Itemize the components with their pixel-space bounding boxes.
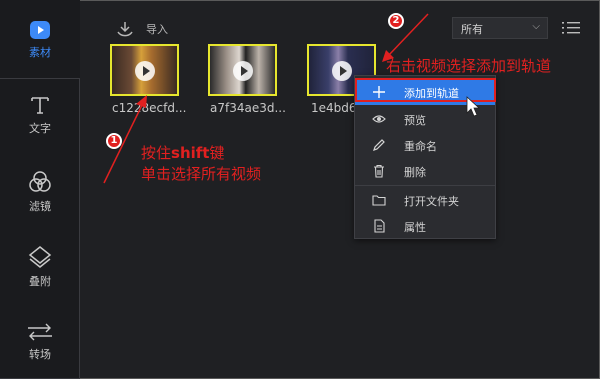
text-icon — [31, 97, 49, 114]
media-thumbnail[interactable] — [208, 44, 277, 96]
step-badge-1: 1 — [106, 133, 122, 149]
menu-separator — [355, 185, 495, 186]
sidebar: 素材 文字 滤镜 叠附 转场 — [0, 0, 80, 379]
filter-dropdown[interactable]: 所有 ⌵ — [452, 17, 548, 39]
menu-item-open-folder[interactable]: 打开文件夹 — [355, 187, 495, 213]
menu-item-preview[interactable]: 预览 — [355, 106, 495, 132]
pencil-icon — [373, 139, 385, 151]
sidebar-item-media[interactable]: 素材 — [0, 20, 80, 60]
annotation-step-2: 右击视频选择添加到轨道 — [386, 57, 552, 75]
annotation-text: 键 — [209, 144, 225, 162]
import-label: 导入 — [146, 23, 168, 36]
list-view-icon[interactable] — [562, 21, 580, 35]
transition-icon — [28, 323, 52, 341]
media-label: a7f34ae3d... — [210, 101, 286, 115]
play-icon — [233, 61, 253, 81]
filter-dropdown-value: 所有 — [461, 23, 483, 36]
media-thumbnail[interactable] — [110, 44, 179, 96]
menu-item-label: 预览 — [404, 114, 426, 127]
sidebar-item-label: 素材 — [29, 46, 51, 59]
import-button[interactable]: 导入 — [114, 20, 168, 38]
sidebar-item-label: 叠附 — [29, 275, 51, 288]
annotation-text: 按住 — [141, 144, 172, 162]
step-badge-2: 2 — [388, 13, 404, 29]
menu-item-label: 重命名 — [404, 140, 437, 153]
sidebar-item-overlay[interactable]: 叠附 — [0, 245, 80, 289]
import-icon — [117, 22, 133, 37]
media-label: c1228ecfd... — [112, 101, 187, 115]
overlay-icon — [28, 246, 52, 268]
play-icon — [135, 61, 155, 81]
annotation-step-1-line-1: 按住shift键 — [141, 142, 224, 163]
menu-item-label: 打开文件夹 — [404, 195, 459, 208]
folder-icon — [372, 195, 386, 206]
trash-icon — [374, 164, 384, 178]
play-icon — [332, 61, 352, 81]
annotation-key: shift — [171, 144, 210, 162]
menu-item-label: 属性 — [404, 221, 426, 234]
play-icon — [30, 21, 50, 39]
sidebar-item-text[interactable]: 文字 — [0, 94, 80, 136]
menu-item-rename[interactable]: 重命名 — [355, 132, 495, 158]
eye-icon — [372, 115, 386, 123]
sidebar-item-label: 滤镜 — [29, 200, 51, 213]
sidebar-item-filter[interactable]: 滤镜 — [0, 170, 80, 214]
highlight-box — [355, 78, 496, 102]
menu-item-delete[interactable]: 删除 — [355, 158, 495, 184]
menu-item-label: 删除 — [404, 166, 426, 179]
chevron-down-icon: ⌵ — [532, 21, 540, 32]
media-label: 1e4bd6 — [311, 101, 357, 115]
filter-icon — [29, 171, 51, 192]
menu-item-properties[interactable]: 属性 — [355, 213, 495, 239]
properties-icon — [374, 219, 385, 233]
sidebar-item-transition[interactable]: 转场 — [0, 322, 80, 362]
annotation-step-1-line-2: 单击选择所有视频 — [141, 165, 262, 183]
sidebar-item-label: 转场 — [29, 348, 51, 361]
sidebar-item-label: 文字 — [29, 122, 51, 135]
